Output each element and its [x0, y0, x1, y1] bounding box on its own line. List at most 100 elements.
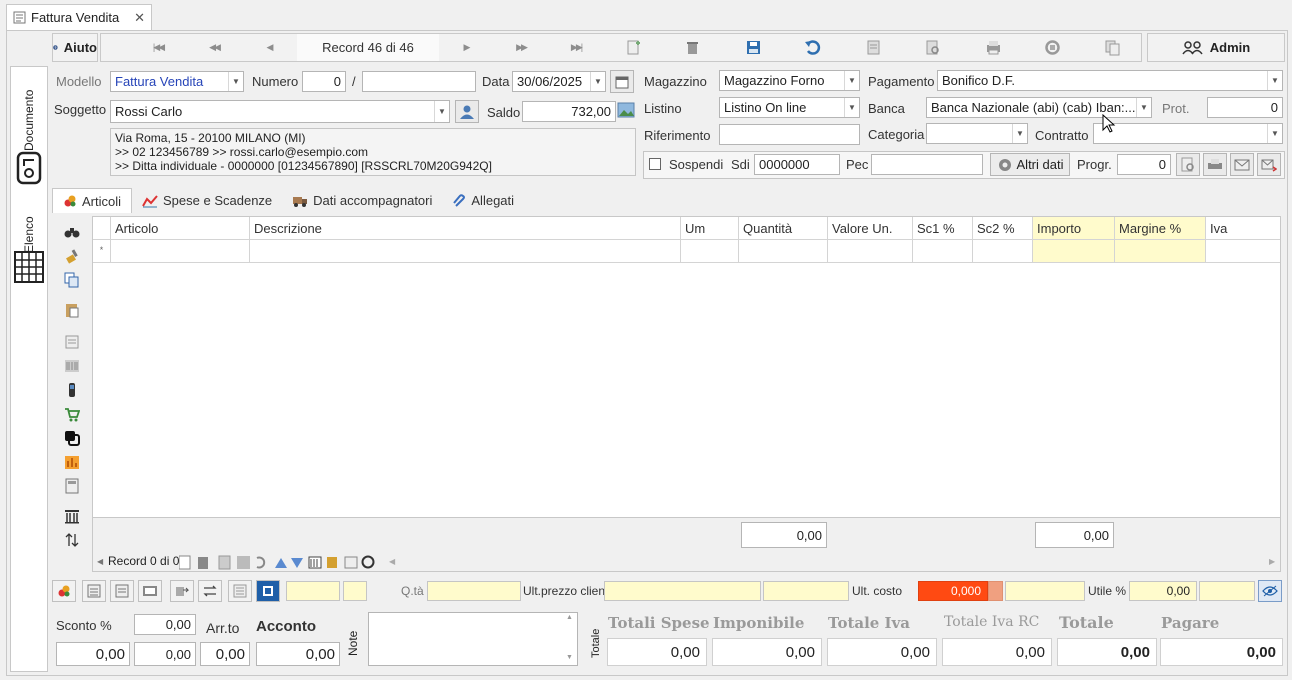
- acconto-field[interactable]: 0,00: [256, 642, 340, 666]
- data-field[interactable]: 30/06/2025 ▼: [512, 71, 606, 92]
- scroll-left-arrow[interactable]: ◀: [389, 557, 395, 566]
- contratto-select[interactable]: ▼: [1093, 123, 1283, 144]
- last-record-button[interactable]: ▶▶|: [561, 34, 591, 61]
- prev-page-button[interactable]: ◀◀: [199, 34, 229, 61]
- tab-articoli[interactable]: Articoli: [52, 188, 133, 213]
- tab-allegati[interactable]: Allegati: [442, 188, 524, 213]
- sdi-field[interactable]: 0000000: [754, 154, 840, 175]
- image-icon[interactable]: [617, 102, 635, 118]
- cell-sc2[interactable]: [973, 240, 1033, 263]
- soggetto-select[interactable]: Rossi Carlo ▼: [110, 100, 450, 123]
- column-header-sc2[interactable]: Sc2 %: [973, 217, 1033, 240]
- grid-nav-icons[interactable]: [179, 554, 375, 570]
- swap-button[interactable]: [198, 580, 222, 602]
- email-button[interactable]: [1230, 153, 1254, 176]
- next-page-button[interactable]: ▶▶: [506, 34, 536, 61]
- new-document-icon[interactable]: [625, 39, 642, 56]
- layers-icon[interactable]: [64, 430, 80, 446]
- report-button[interactable]: [110, 580, 134, 602]
- sconto-value-field-2[interactable]: 0,00: [134, 642, 196, 666]
- sospendi-checkbox[interactable]: [649, 158, 661, 170]
- cell-um[interactable]: [681, 240, 739, 263]
- checklist-button[interactable]: [228, 580, 252, 602]
- search-document-icon[interactable]: [924, 39, 941, 56]
- column-header-iva[interactable]: Iva: [1206, 217, 1280, 240]
- banca-select[interactable]: Banca Nazionale (abi) (cab) Iban:... ▼: [926, 97, 1152, 118]
- column-header-descrizione[interactable]: Descrizione: [250, 217, 681, 240]
- trash-icon[interactable]: [684, 39, 701, 56]
- next-record-button[interactable]: ▶: [451, 34, 481, 61]
- brush-icon[interactable]: [64, 248, 80, 264]
- binoculars-icon[interactable]: [64, 224, 80, 240]
- prev-record-button[interactable]: ◀: [254, 34, 284, 61]
- paste-icon[interactable]: [64, 302, 80, 318]
- document-icon[interactable]: [865, 39, 882, 56]
- save-icon[interactable]: [745, 39, 762, 56]
- first-record-button[interactable]: |◀◀: [143, 34, 173, 61]
- transfer-button[interactable]: [170, 580, 194, 602]
- yellow-field-1[interactable]: [286, 581, 340, 601]
- costo-field-2[interactable]: [1005, 581, 1085, 601]
- document-tab[interactable]: Fattura Vendita ✕: [6, 4, 152, 30]
- yellow-field-2[interactable]: [343, 581, 367, 601]
- cell-valore-un[interactable]: [828, 240, 913, 263]
- calculator-icon[interactable]: [64, 478, 80, 494]
- chevron-down-icon[interactable]: ▼: [844, 98, 859, 117]
- riferimento-field[interactable]: [719, 124, 860, 145]
- chevron-down-icon[interactable]: ▼: [434, 101, 449, 122]
- column-header-valore-un[interactable]: Valore Un.: [828, 217, 913, 240]
- help-button[interactable]: ? Aiuto: [52, 33, 98, 62]
- sconto-pct-field[interactable]: 0,00: [134, 614, 196, 635]
- scroll-left-arrow[interactable]: ◀: [97, 557, 103, 566]
- print-button[interactable]: [1203, 153, 1227, 176]
- refresh-icon[interactable]: [1044, 39, 1061, 56]
- chevron-down-icon[interactable]: ▼: [1136, 98, 1151, 117]
- sconto-value-field[interactable]: 0,00: [56, 642, 130, 666]
- column-header-um[interactable]: Um: [681, 217, 739, 240]
- cell-iva[interactable]: [1206, 240, 1280, 263]
- sidebar-item-documento[interactable]: Documento: [11, 67, 47, 193]
- progr-field[interactable]: 0: [1117, 154, 1171, 175]
- cell-margine[interactable]: [1115, 240, 1206, 263]
- modello-select[interactable]: Fattura Vendita ▼: [110, 71, 244, 92]
- cell-descrizione[interactable]: [250, 240, 681, 263]
- column-header-sc1[interactable]: Sc1 %: [913, 217, 973, 240]
- chevron-down-icon[interactable]: ▼: [1267, 124, 1282, 143]
- numero-suffix-field[interactable]: [362, 71, 476, 92]
- note-field[interactable]: [368, 612, 578, 666]
- scroll-right-arrow[interactable]: ▶: [1269, 557, 1275, 566]
- altri-dati-button[interactable]: Altri dati: [990, 153, 1070, 176]
- chevron-down-icon[interactable]: ▼: [1012, 124, 1027, 143]
- calendar-button[interactable]: [610, 70, 634, 93]
- tag-button[interactable]: [138, 580, 162, 602]
- chevron-down-icon[interactable]: ▼: [844, 71, 859, 90]
- tab-spese-scadenze[interactable]: Spese e Scadenze: [132, 188, 282, 213]
- form-icon[interactable]: [64, 334, 80, 350]
- list-button[interactable]: [82, 580, 106, 602]
- scanner-icon[interactable]: [64, 382, 80, 398]
- soggetto-detail-button[interactable]: [455, 100, 479, 123]
- ult-prezzo-field[interactable]: [604, 581, 761, 601]
- barcode-icon[interactable]: [64, 358, 80, 374]
- note-scroll-down[interactable]: ▼: [566, 654, 573, 661]
- prot-field[interactable]: 0: [1207, 97, 1283, 118]
- copy-icon[interactable]: [64, 272, 80, 288]
- arr-field[interactable]: 0,00: [200, 642, 250, 666]
- cell-articolo[interactable]: [111, 240, 250, 263]
- cell-sc1[interactable]: [913, 240, 973, 263]
- admin-button[interactable]: Admin: [1147, 33, 1285, 62]
- column-header-margine[interactable]: Margine %: [1115, 217, 1206, 240]
- ult-prezzo-field-2[interactable]: [763, 581, 849, 601]
- print-icon[interactable]: [985, 39, 1002, 56]
- pagamento-select[interactable]: Bonifico D.F. ▼: [937, 70, 1283, 91]
- listino-select[interactable]: Listino On line ▼: [719, 97, 860, 118]
- qta-field[interactable]: [427, 581, 521, 601]
- pec-field[interactable]: [871, 154, 983, 175]
- note-scroll-up[interactable]: ▲: [566, 614, 573, 621]
- column-header-importo[interactable]: Importo: [1033, 217, 1115, 240]
- undo-icon[interactable]: [804, 39, 821, 56]
- chevron-down-icon[interactable]: ▼: [590, 72, 605, 91]
- column-header-quantita[interactable]: Quantità: [739, 217, 828, 240]
- cell-importo[interactable]: [1033, 240, 1115, 263]
- cell-quantita[interactable]: [739, 240, 828, 263]
